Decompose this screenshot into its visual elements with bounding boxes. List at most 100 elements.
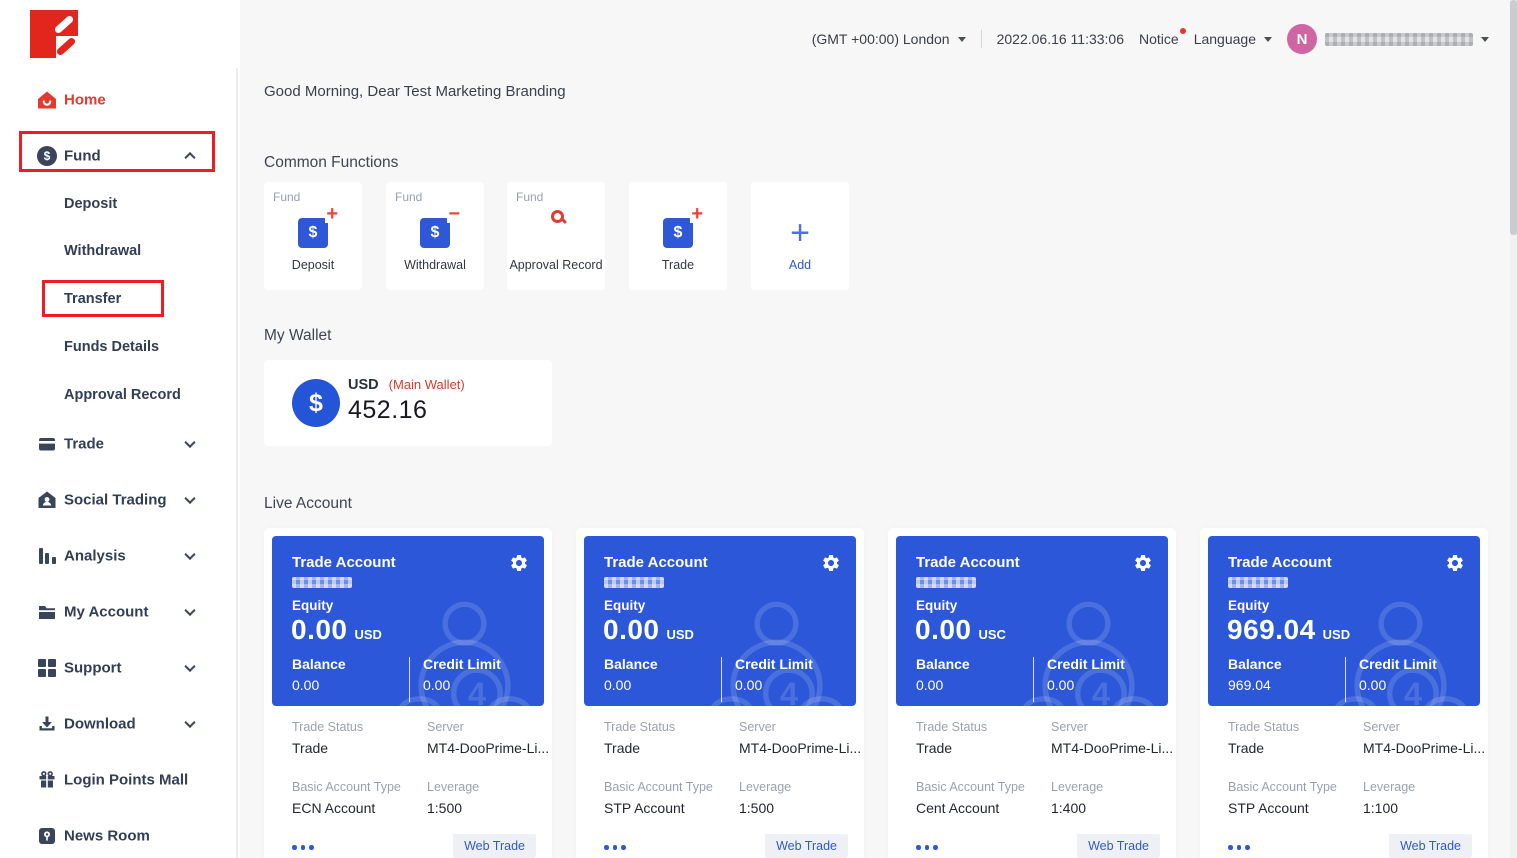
account-title: Trade Account <box>916 554 1020 571</box>
sidebar-item-trade[interactable]: Trade <box>0 424 238 464</box>
equity-label: Equity <box>292 598 333 613</box>
panel-divider <box>1345 657 1346 702</box>
shortcut-card-deposit[interactable]: Fund $+ Deposit <box>264 182 362 290</box>
trade-status-value: Trade <box>604 740 675 756</box>
language-selector[interactable]: Language <box>1194 31 1272 47</box>
balance-value: 0.00 <box>604 677 658 693</box>
account-title: Trade Account <box>604 554 708 571</box>
shortcut-label: Trade <box>629 258 727 272</box>
chevron-down-icon <box>184 493 195 504</box>
sidebar-item-label: Analysis <box>64 548 126 565</box>
sidebar-item-label: Login Points Mall <box>64 772 188 789</box>
social-trading-icon <box>36 489 58 511</box>
server-value: MT4-DooPrime-Li... <box>1363 740 1485 756</box>
sidebar-item-label: Home <box>64 92 106 109</box>
sidebar-item-login-points-mall[interactable]: Login Points Mall <box>0 760 238 800</box>
sidebar-subitem-label: Withdrawal <box>64 243 141 259</box>
credit-limit-value: 0.00 <box>1047 677 1125 693</box>
server-label: Server <box>427 720 549 734</box>
sidebar-subitem-funds-details[interactable]: Funds Details <box>0 327 238 367</box>
sidebar-subitem-deposit[interactable]: Deposit <box>0 184 238 224</box>
balance-label: Balance <box>1228 656 1282 672</box>
more-options-icon[interactable] <box>916 845 938 850</box>
sidebar-item-news-room[interactable]: News Room <box>0 816 238 856</box>
equity-currency: USD <box>1323 627 1350 642</box>
shortcut-card-add[interactable]: + Add <box>751 182 849 290</box>
sidebar-item-label: News Room <box>64 828 150 845</box>
sidebar-item-label: Download <box>64 716 136 733</box>
sidebar-subitem-label: Deposit <box>64 196 117 212</box>
account-number-redacted <box>916 577 976 588</box>
topbar-divider <box>981 30 982 48</box>
fund-icon: $ <box>36 145 58 167</box>
sidebar-item-fund[interactable]: $ Fund <box>0 136 238 176</box>
news-pin-icon <box>36 825 58 847</box>
sidebar-item-support[interactable]: Support <box>0 648 238 688</box>
page-scrollbar[interactable] <box>1510 0 1517 858</box>
live-account-card: Trade Account Equity 0.00USD Balance0.00… <box>576 528 864 858</box>
download-icon <box>36 713 58 735</box>
account-type-label: Basic Account Type <box>292 780 401 794</box>
leverage-label: Leverage <box>739 780 791 794</box>
shortcut-card-approval-record[interactable]: Fund Approval Record <box>507 182 605 290</box>
wallet-dollar-icon: $ <box>292 379 340 427</box>
gear-icon[interactable] <box>1445 553 1465 573</box>
balance-value: 0.00 <box>916 677 970 693</box>
sidebar-subitem-approval-record[interactable]: Approval Record <box>0 375 238 415</box>
sidebar-item-social-trading[interactable]: Social Trading <box>0 480 238 520</box>
account-summary-panel: Trade Account Equity 969.04USD Balance96… <box>1208 536 1480 706</box>
credit-limit-label: Credit Limit <box>1047 656 1125 672</box>
sidebar-item-home[interactable]: Home <box>0 80 238 120</box>
sidebar-subitem-withdrawal[interactable]: Withdrawal <box>0 231 238 271</box>
more-options-icon[interactable] <box>604 845 626 850</box>
equity-label: Equity <box>1228 598 1269 613</box>
datetime-label: 2022.06.16 11:33:06 <box>997 31 1124 47</box>
sidebar-scrollbar[interactable] <box>236 68 238 858</box>
panel-divider <box>409 657 410 702</box>
language-label: Language <box>1194 31 1256 47</box>
gear-icon[interactable] <box>821 553 841 573</box>
trade-status-label: Trade Status <box>292 720 363 734</box>
leverage-value: 1:100 <box>1363 800 1415 816</box>
shortcut-card-withdrawal[interactable]: Fund $− Withdrawal <box>386 182 484 290</box>
timezone-selector[interactable]: (GMT +00:00) London <box>812 31 966 47</box>
more-options-icon[interactable] <box>1228 845 1250 850</box>
page-scrollbar-thumb[interactable] <box>1510 0 1517 235</box>
sidebar-item-download[interactable]: Download <box>0 704 238 744</box>
more-options-icon[interactable] <box>292 845 314 850</box>
live-account-card: Trade Account Equity 0.00USC Balance0.00… <box>888 528 1176 858</box>
shortcut-card-trade[interactable]: $+ Trade <box>629 182 727 290</box>
trade-shortcut-icon: $+ <box>663 218 693 248</box>
web-trade-button[interactable]: Web Trade <box>1389 834 1472 858</box>
notice-link[interactable]: Notice <box>1139 31 1179 47</box>
account-number-redacted <box>292 577 352 588</box>
account-type-label: Basic Account Type <box>916 780 1025 794</box>
caret-down-icon <box>1481 37 1489 42</box>
sidebar-item-analysis[interactable]: Analysis <box>0 536 238 576</box>
wallet-main-tag: (Main Wallet) <box>389 377 465 392</box>
trade-status-label: Trade Status <box>916 720 987 734</box>
sidebar-item-my-account[interactable]: My Account <box>0 592 238 632</box>
user-menu[interactable]: N <box>1287 24 1489 54</box>
equity-value: 0.00 <box>291 614 348 646</box>
server-label: Server <box>739 720 861 734</box>
web-trade-button[interactable]: Web Trade <box>453 834 536 858</box>
web-trade-button[interactable]: Web Trade <box>765 834 848 858</box>
doo-prime-logo[interactable] <box>30 10 78 58</box>
trade-status-label: Trade Status <box>1228 720 1299 734</box>
trade-status-value: Trade <box>1228 740 1299 756</box>
sidebar-subitem-transfer[interactable]: Transfer <box>0 279 238 319</box>
gear-icon[interactable] <box>509 553 529 573</box>
server-value: MT4-DooPrime-Li... <box>1051 740 1173 756</box>
shortcut-category: Fund <box>395 190 422 204</box>
trade-status-value: Trade <box>916 740 987 756</box>
equity-currency: USD <box>355 627 382 642</box>
web-trade-button[interactable]: Web Trade <box>1077 834 1160 858</box>
live-account-card: Trade Account Equity 969.04USD Balance96… <box>1200 528 1488 858</box>
gear-icon[interactable] <box>1133 553 1153 573</box>
panel-divider <box>1033 657 1034 702</box>
leverage-label: Leverage <box>427 780 479 794</box>
greeting-text: Good Morning, Dear Test Marketing Brandi… <box>264 83 566 100</box>
chevron-up-icon <box>184 152 195 163</box>
credit-limit-value: 0.00 <box>735 677 813 693</box>
